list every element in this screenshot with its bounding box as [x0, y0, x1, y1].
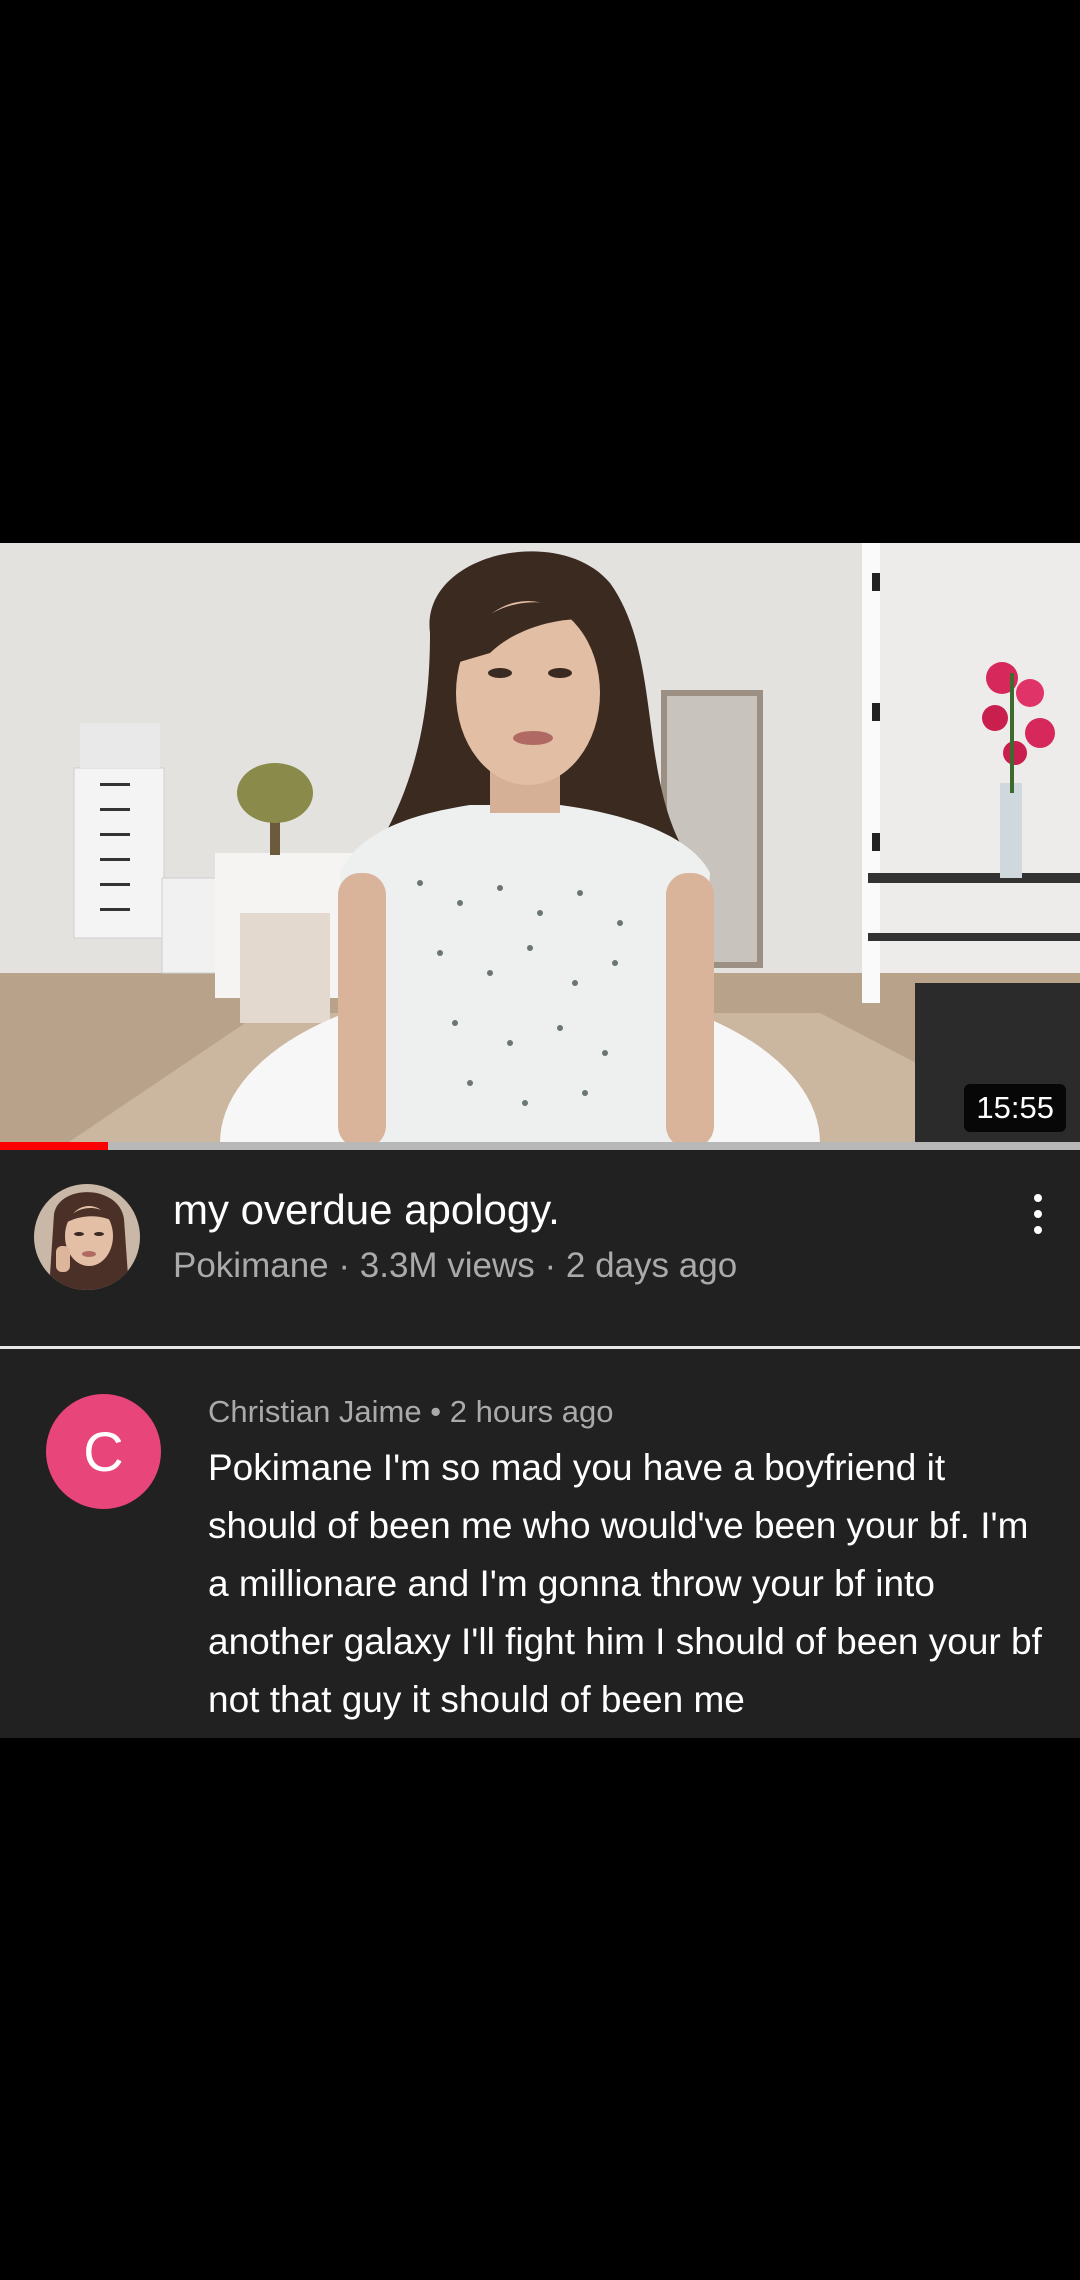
video-metadata: Pokimane · 3.3M views · 2 days ago [173, 1246, 738, 1285]
comment[interactable]: C Christian Jaime • 2 hours ago Pokimane… [0, 1349, 1080, 1738]
video-thumbnail[interactable]: 15:55 [0, 543, 1080, 1148]
thumbnail-image [0, 543, 1080, 1148]
comment-avatar[interactable]: C [46, 1394, 161, 1509]
channel-name[interactable]: Pokimane [173, 1246, 329, 1285]
page: 15:55 my overdue apology. Pokimane · 3.3… [0, 0, 1080, 2280]
duration-badge: 15:55 [964, 1084, 1066, 1132]
channel-avatar-image [34, 1184, 140, 1290]
watch-progress-bar [0, 1142, 1080, 1150]
channel-avatar[interactable] [34, 1184, 140, 1290]
comment-age: 2 hours ago [449, 1394, 614, 1429]
more-dot [1034, 1194, 1042, 1202]
watch-progress-fill [0, 1142, 108, 1150]
more-dot [1034, 1226, 1042, 1234]
comment-author[interactable]: Christian Jaime [208, 1394, 422, 1429]
comment-text: Pokimane I'm so mad you have a boyfriend… [208, 1447, 1042, 1720]
comment-header: Christian Jaime • 2 hours ago [208, 1394, 614, 1429]
video-info[interactable]: my overdue apology. Pokimane · 3.3M view… [0, 1150, 1080, 1346]
more-dot [1034, 1210, 1042, 1218]
more-vert-icon[interactable] [1016, 1186, 1060, 1242]
upload-age: 2 days ago [565, 1246, 738, 1285]
view-count: 3.3M views [359, 1246, 535, 1285]
video-title[interactable]: my overdue apology. [173, 1186, 560, 1234]
